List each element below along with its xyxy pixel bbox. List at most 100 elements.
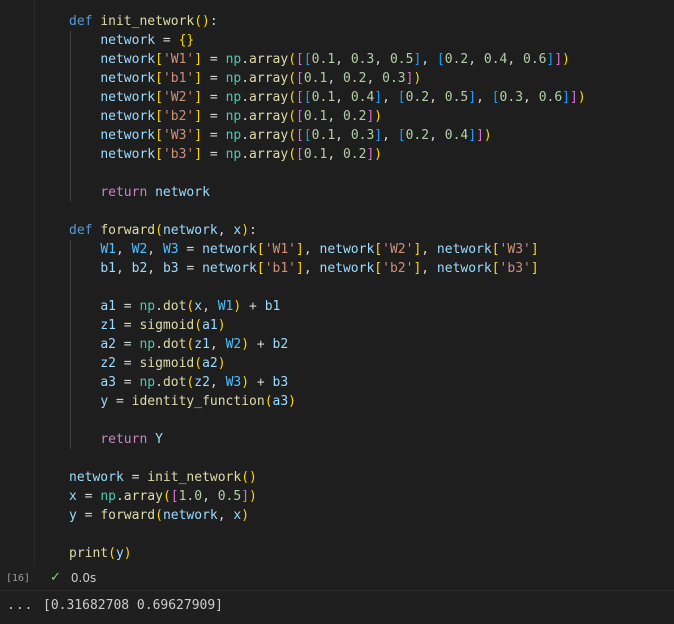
code-line[interactable]: def forward(network, x): [69, 221, 586, 240]
code-token: 0.2 [342, 147, 367, 162]
code-token: z1 [194, 337, 210, 352]
code-token: 0.4 [350, 90, 375, 105]
code-token: ] [296, 261, 304, 276]
code-token: np [225, 71, 242, 86]
code-line[interactable]: a2 = np.dot(z1, W2) + b2 [69, 335, 586, 354]
code-line[interactable]: y = forward(network, x) [69, 506, 586, 525]
code-token: ] [468, 128, 477, 143]
code-line[interactable]: return Y [69, 430, 586, 449]
code-token: ( [162, 489, 171, 504]
code-token: ] [241, 489, 250, 504]
code-token: [ [155, 90, 163, 105]
code-token: = [202, 147, 226, 162]
code-token: [ [296, 128, 304, 143]
code-token: [ [491, 90, 500, 105]
code-line[interactable]: b1, b2, b3 = network['b1'], network['b2'… [69, 259, 586, 278]
code-line[interactable]: a1 = np.dot(x, W1) + b1 [69, 297, 586, 316]
code-token: return [100, 432, 148, 447]
code-line[interactable] [69, 164, 586, 183]
code-token: y [100, 394, 109, 409]
code-token: = [108, 394, 132, 409]
code-line[interactable]: network['b3'] = np.array([0.1, 0.2]) [69, 145, 586, 164]
code-token: , [202, 299, 218, 314]
code-token: ] [570, 90, 578, 105]
execution-count: [16] [6, 573, 31, 584]
code-token: . [155, 299, 163, 314]
code-line[interactable]: a3 = np.dot(z2, W3) + b3 [69, 373, 586, 392]
code-token: identity_function [131, 394, 265, 409]
code-token: , [374, 52, 390, 67]
code-token: 0.3 [499, 90, 524, 105]
code-line[interactable]: network['W3'] = np.array([[0.1, 0.3], [0… [69, 126, 586, 145]
code-line[interactable] [69, 525, 586, 544]
code-line[interactable]: return network [69, 183, 586, 202]
code-token: array [123, 489, 163, 504]
code-token: 0.1 [303, 147, 328, 162]
code-token: a1 [202, 318, 218, 333]
code-token: b2 [272, 337, 289, 352]
code-line[interactable]: network['b1'] = np.array([0.1, 0.2, 0.3]… [69, 69, 586, 88]
code-token: . [241, 109, 250, 124]
code-line[interactable]: z1 = sigmoid(a1) [69, 316, 586, 335]
code-token: ) [288, 394, 296, 409]
code-token: dot [162, 337, 187, 352]
code-token: 'W3' [162, 128, 195, 143]
code-token: sigmoid [139, 318, 195, 333]
code-token: ( [108, 546, 116, 561]
code-token: 0.4 [444, 128, 469, 143]
code-line[interactable] [69, 411, 586, 430]
code-token: ] [374, 90, 383, 105]
code-token: W1 [100, 242, 116, 257]
code-token: ] [374, 128, 383, 143]
code-cell[interactable]: def init_network(): network = {} network… [34, 0, 674, 566]
code-token: = [115, 356, 140, 371]
code-token: [ [436, 52, 445, 67]
code-line[interactable]: network['W2'] = np.array([[0.1, 0.4], [0… [69, 88, 585, 107]
code-token: 0.2 [405, 90, 430, 105]
code-line[interactable]: z2 = sigmoid(a2) [69, 354, 586, 373]
output-menu-button[interactable]: ... [7, 598, 33, 613]
code-token: , [468, 52, 484, 67]
code-token: , [429, 90, 445, 105]
code-token: forward [100, 508, 156, 523]
code-line[interactable]: network = init_network() [69, 468, 586, 487]
code-line[interactable] [69, 278, 586, 297]
code-token: , [115, 242, 132, 257]
code-token: array [249, 90, 289, 105]
code-line[interactable]: print(y) [69, 544, 586, 563]
code-token: ] [476, 128, 484, 143]
code-line[interactable]: network['W1'] = np.array([[0.1, 0.3, 0.5… [69, 50, 586, 69]
code-token: 0.1 [311, 128, 336, 143]
code-token: [ [170, 489, 179, 504]
code-token: () [241, 470, 257, 485]
code-line[interactable]: y = identity_function(a3) [69, 392, 586, 411]
code-token: 'W2' [162, 90, 195, 105]
code-token: [ [397, 128, 406, 143]
code-line[interactable]: x = np.array([1.0, 0.5]) [69, 487, 586, 506]
code-token: network [100, 147, 156, 162]
code-line[interactable]: def init_network(): [69, 12, 586, 31]
code-line[interactable]: network = {} [69, 31, 586, 50]
code-token: b2 [131, 261, 148, 276]
code-token: ] [554, 52, 563, 67]
code-line[interactable] [69, 449, 586, 468]
code-token: network [100, 128, 156, 143]
code-token: network [202, 242, 257, 257]
code-token: = [123, 470, 148, 485]
code-token: def [69, 223, 93, 238]
code-editor[interactable]: def init_network(): network = {} network… [69, 12, 586, 563]
code-token: ) [217, 356, 226, 371]
code-line[interactable]: network['b2'] = np.array([0.1, 0.2]) [69, 107, 586, 126]
code-token: network [100, 71, 156, 86]
code-line[interactable]: W1, W2, W3 = network['W1'], network['W2'… [69, 240, 586, 259]
code-token: ( [288, 52, 297, 67]
code-line[interactable] [69, 202, 586, 221]
